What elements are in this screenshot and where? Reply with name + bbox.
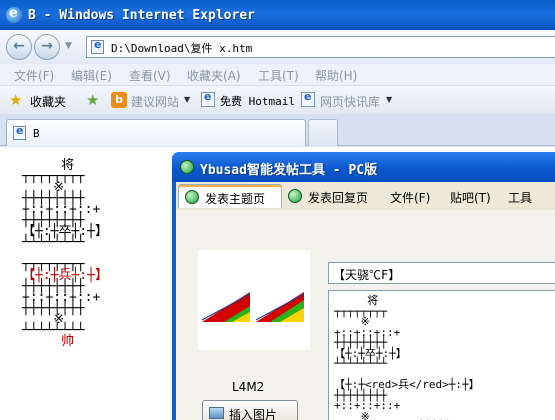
ybusad-app-window: Ybusad智能发帖工具 - PC版 发表主题页 发表回复页 文件(F) 贴吧(… [172,152,555,420]
app-body: 发表主题页 发表回复页 文件(F) 贴吧(T) 工具 L4M2 插入图片 【天骁… [176,182,555,420]
add-favorite-icon[interactable]: ★ [86,91,99,109]
topic-title-value: 【天骁℃F】 [333,268,401,282]
tab-post-reply-label: 发表回复页 [308,191,369,205]
thumbnail-card[interactable] [198,250,310,350]
favorite-hotmail[interactable]: 免费 Hotmail [220,93,295,109]
menu-edit[interactable]: 编辑(E) [71,67,112,84]
arrow-right-icon: → [41,38,53,54]
suggested-sites-icon: b [111,92,127,108]
image-icon [209,407,224,419]
topic-title-field[interactable]: 【天骁℃F】 [328,262,555,284]
page-icon [13,124,26,140]
app-title-bar[interactable]: Ybusad智能发帖工具 - PC版 [172,152,555,182]
ie-logo-icon [6,5,22,23]
app-menu-tieba[interactable]: 贴吧(T) [450,189,491,206]
menu-file[interactable]: 文件(F) [14,67,54,84]
app-menu-file[interactable]: 文件(F) [390,189,430,206]
favorites-star-icon: ★ [9,91,23,109]
app-icon [180,160,194,174]
menu-tools[interactable]: 工具(T) [258,67,299,84]
back-button[interactable]: ← [6,34,32,60]
tab-post-topic-label: 发表主题页 [205,192,266,206]
globe-icon [185,190,199,204]
favorites-bar: ★ 收藏夹 ★ b 建议网站 ▼ 免费 Hotmail 网页快讯库 ▼ [0,86,555,114]
post-content-textarea[interactable]: 将 ┬┬┬┬┬┬┬┬ ※ +::+::+::+ ┼┼┼┼┼┼┼┼ 【┼:┼卒┼:┼】 ┴┴… [328,290,555,420]
app-window-title: Ybusad智能发帖工具 - PC版 [200,163,378,178]
thumbnail-label: L4M2 [232,380,265,394]
ie-page-icon [301,90,315,107]
app-menu-bar: 发表主题页 发表回复页 文件(F) 贴吧(T) 工具 [176,182,555,210]
address-bar[interactable]: D:\Download\复件 x.htm [86,36,555,58]
favorite-web-slice-gallery[interactable]: 网页快讯库 [320,93,380,110]
favorite-suggested-sites[interactable]: 建议网站 [131,93,179,110]
chevron-down-icon[interactable]: ▼ [386,95,392,104]
address-toolbar: ← → ▼ D:\Download\复件 x.htm [0,30,555,64]
board-line: 帅 [22,334,75,349]
new-tab-button[interactable] [308,119,338,146]
ie-page-icon [201,90,215,107]
tab-post-reply[interactable]: 发表回复页 [286,184,386,208]
page-icon [91,38,104,54]
browser-menu-bar: 文件(F) 编辑(E) 查看(V) 收藏夹(A) 工具(T) 帮助(H) [0,64,555,86]
app-right-panel: 【天骁℃F】 将 ┬┬┬┬┬┬┬┬ ※ +::+::+::+ ┼┼┼┼┼┼┼┼ 【┼:┼… [322,210,555,420]
browser-tab-strip: B [0,114,555,146]
chart-thumbnail-right [256,292,304,322]
address-input[interactable]: D:\Download\复件 x.htm [111,40,252,56]
chart-thumbnail-left [202,292,250,322]
app-left-panel: L4M2 插入图片 [176,210,322,420]
insert-image-label: 插入图片 [229,408,278,420]
tab-label: B [33,127,40,140]
tab-post-topic[interactable]: 发表主题页 [178,184,282,208]
post-line: ※ [334,409,370,420]
arrow-left-icon: ← [13,38,25,54]
menu-help[interactable]: 帮助(H) [315,67,357,84]
post-line: ┴┴┴┴┴┴┴┴ [334,357,387,370]
browser-window-title: B - Windows Internet Explorer [28,8,255,23]
browser-title-bar[interactable]: B - Windows Internet Explorer [0,0,555,30]
board-line: ┴┴┴┴┴┴┴┴ [22,235,85,250]
menu-favorites[interactable]: 收藏夹(A) [187,67,241,84]
globe-icon [288,189,302,203]
screen: B - Windows Internet Explorer ← → ▼ D:\D… [0,0,555,420]
chevron-down-icon[interactable]: ▼ [184,95,190,104]
favorites-button[interactable]: 收藏夹 [30,93,66,110]
menu-view[interactable]: 查看(V) [129,67,171,84]
browser-tab-active[interactable]: B [6,119,306,146]
app-menu-tools[interactable]: 工具 [508,189,532,206]
forward-button[interactable]: → [34,34,60,60]
insert-image-button[interactable]: 插入图片 [202,400,298,420]
recent-pages-dropdown-icon[interactable]: ▼ [65,41,72,51]
